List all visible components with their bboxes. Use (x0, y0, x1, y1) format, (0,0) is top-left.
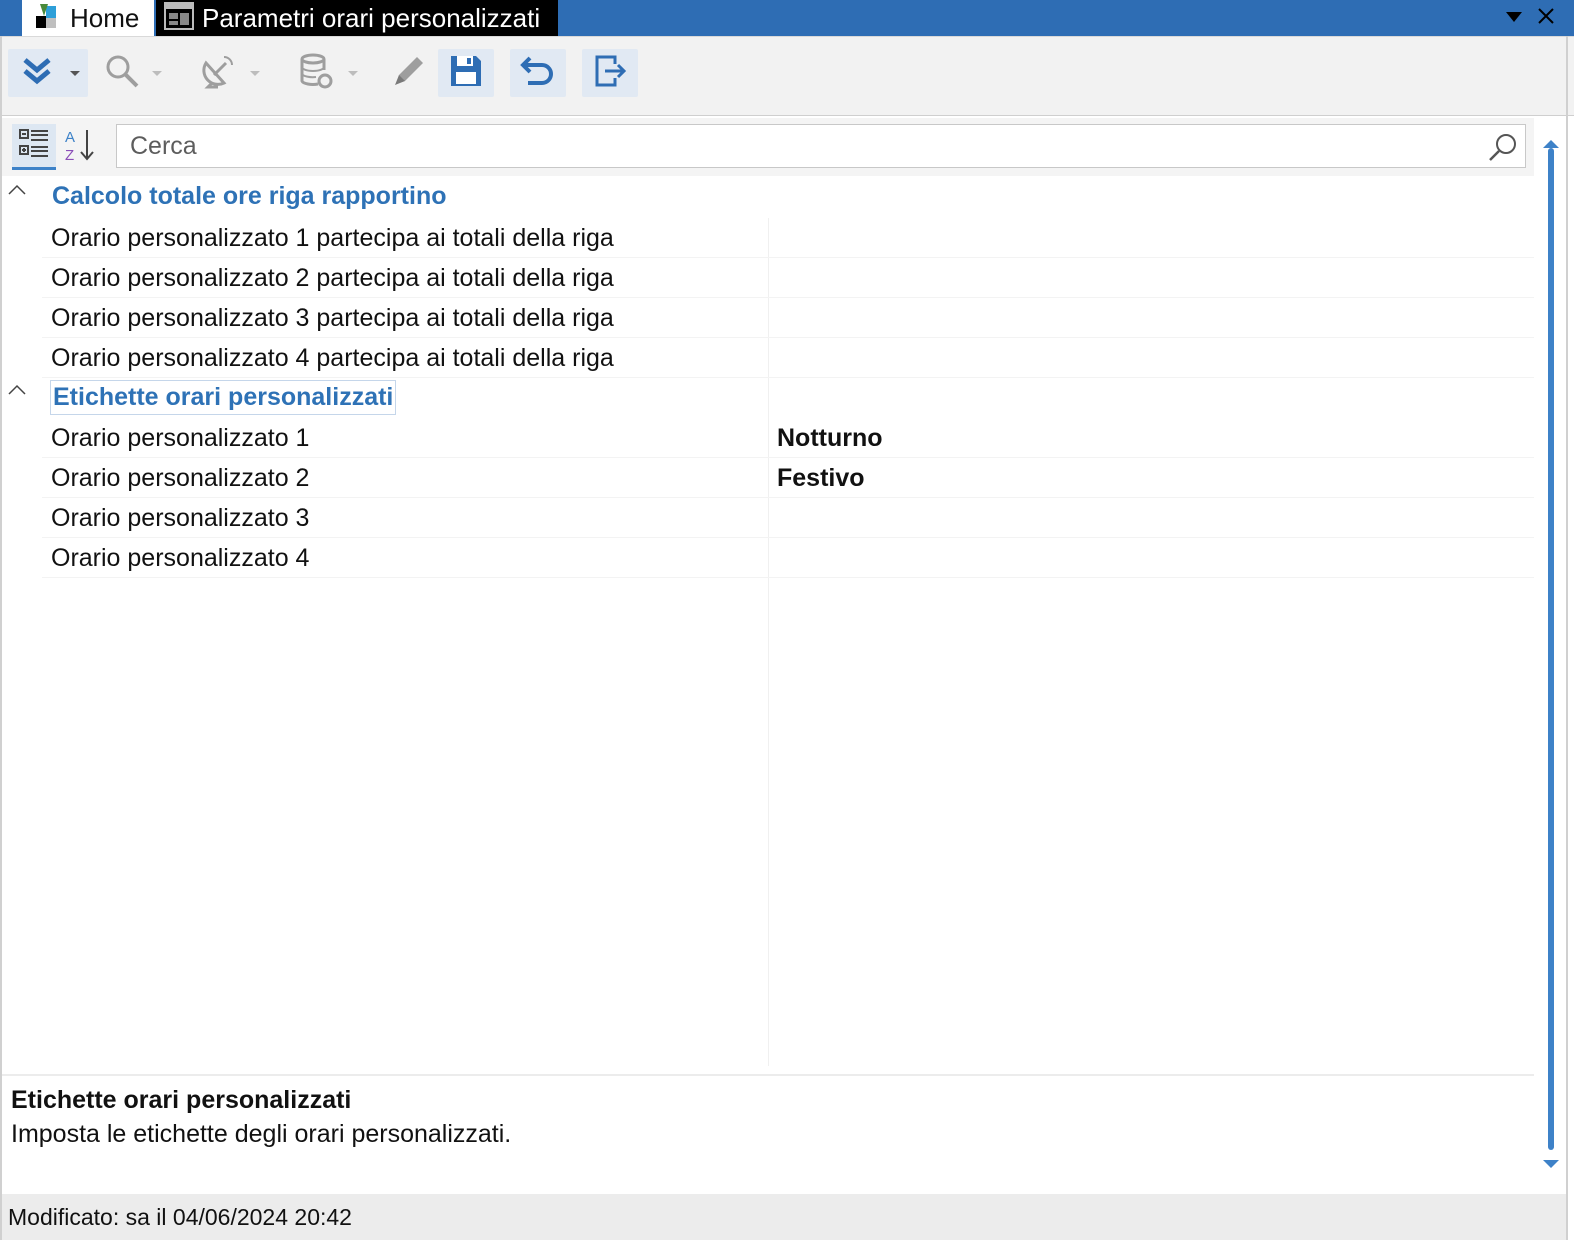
search-icon[interactable] (1485, 129, 1521, 165)
undo-icon (520, 54, 556, 93)
form-window-icon (164, 1, 194, 35)
property-row[interactable]: Orario personalizzato 4 (42, 538, 1534, 578)
status-bar: Modificato: sa il 04/06/2024 20:42 (2, 1194, 1566, 1240)
app-logo-icon (34, 2, 60, 35)
collapse-chevron-icon[interactable] (6, 180, 28, 202)
database-button[interactable] (292, 49, 362, 97)
category-etichette-orari[interactable]: Etichette orari personalizzati (2, 378, 1534, 418)
property-value[interactable]: Festivo (777, 464, 865, 493)
property-name: Orario personalizzato 1 partecipa ai tot… (51, 224, 614, 252)
frame-right-border (1566, 36, 1568, 1240)
exit-icon (593, 54, 627, 93)
property-name: Orario personalizzato 4 (51, 544, 310, 572)
property-row[interactable]: Orario personalizzato 1 Notturno (42, 418, 1534, 458)
description-pane: Etichette orari personalizzati Imposta l… (2, 1074, 1534, 1194)
category-calcolo-totale[interactable]: Calcolo totale ore riga rapportino (2, 178, 1534, 218)
tab-home[interactable]: Home (22, 0, 154, 36)
collapse-chevron-icon[interactable] (6, 380, 28, 402)
tab-active-label: Parametri orari personalizzati (202, 2, 541, 33)
description-title: Etichette orari personalizzati (11, 1086, 352, 1114)
property-row[interactable]: Orario personalizzato 2 partecipa ai tot… (42, 258, 1534, 298)
tab-home-label: Home (70, 2, 140, 33)
category-title: Etichette orari personalizzati (50, 380, 397, 415)
search-input[interactable] (130, 131, 1460, 161)
property-row[interactable]: Orario personalizzato 2 Festivo (42, 458, 1534, 498)
pencil-icon (391, 53, 427, 94)
edit-button[interactable] (386, 49, 432, 97)
tab-parametri-orari[interactable]: Parametri orari personalizzati (156, 0, 558, 36)
close-tab-button[interactable] (1532, 4, 1560, 32)
property-name: Orario personalizzato 2 (51, 464, 310, 492)
property-name: Orario personalizzato 1 (51, 424, 310, 452)
property-value[interactable]: Notturno (777, 424, 883, 453)
expand-dropdown-caret (70, 71, 80, 76)
property-grid: Calcolo totale ore riga rapportino Orari… (2, 178, 1534, 1074)
dropdown-arrow-icon (1506, 9, 1522, 27)
property-name: Orario personalizzato 4 partecipa ai tot… (51, 344, 614, 372)
expand-menu-button[interactable] (8, 49, 88, 97)
scroll-up-arrow-icon[interactable] (1543, 140, 1559, 148)
property-name: Orario personalizzato 3 partecipa ai tot… (51, 304, 614, 332)
connect-button[interactable] (194, 49, 264, 97)
search-field[interactable] (116, 124, 1526, 168)
property-row[interactable]: Orario personalizzato 3 partecipa ai tot… (42, 298, 1534, 338)
property-name: Orario personalizzato 3 (51, 504, 310, 532)
connect-dropdown-caret (250, 71, 260, 76)
search-button[interactable] (98, 49, 168, 97)
toolbar (0, 36, 1574, 116)
categorized-list-icon (18, 127, 50, 164)
categorized-view-button[interactable] (12, 124, 56, 170)
description-text: Imposta le etichette degli orari persona… (11, 1120, 512, 1148)
property-row[interactable]: Orario personalizzato 1 partecipa ai tot… (42, 218, 1534, 258)
svg-text:A: A (65, 129, 75, 146)
property-name: Orario personalizzato 2 partecipa ai tot… (51, 264, 614, 292)
double-chevron-down-icon (21, 56, 53, 91)
satellite-dish-icon (200, 53, 236, 94)
search-bar: A Z (2, 118, 1534, 176)
undo-button[interactable] (510, 49, 566, 97)
modified-timestamp: Modificato: sa il 04/06/2024 20:42 (8, 1204, 352, 1230)
database-dropdown-caret (348, 71, 358, 76)
title-bar: Home Parametri orari personalizzati (0, 0, 1574, 36)
sort-az-icon: A Z (63, 127, 97, 168)
scroll-down-arrow-icon[interactable] (1543, 1160, 1559, 1168)
exit-button[interactable] (582, 49, 638, 97)
tab-list-dropdown[interactable] (1500, 4, 1528, 32)
vertical-scrollbar[interactable] (1536, 118, 1566, 1194)
scrollbar-thumb[interactable] (1548, 148, 1554, 1150)
magnifier-icon (104, 53, 140, 94)
save-icon (449, 54, 483, 93)
svg-text:Z: Z (65, 147, 74, 163)
save-button[interactable] (438, 49, 494, 97)
alphabetical-sort-button[interactable]: A Z (58, 124, 102, 170)
property-row[interactable]: Orario personalizzato 3 (42, 498, 1534, 538)
close-icon (1537, 7, 1555, 30)
category-title: Calcolo totale ore riga rapportino (52, 182, 447, 210)
property-row[interactable]: Orario personalizzato 4 partecipa ai tot… (42, 338, 1534, 378)
search-dropdown-caret (152, 71, 162, 76)
database-icon (298, 52, 334, 95)
